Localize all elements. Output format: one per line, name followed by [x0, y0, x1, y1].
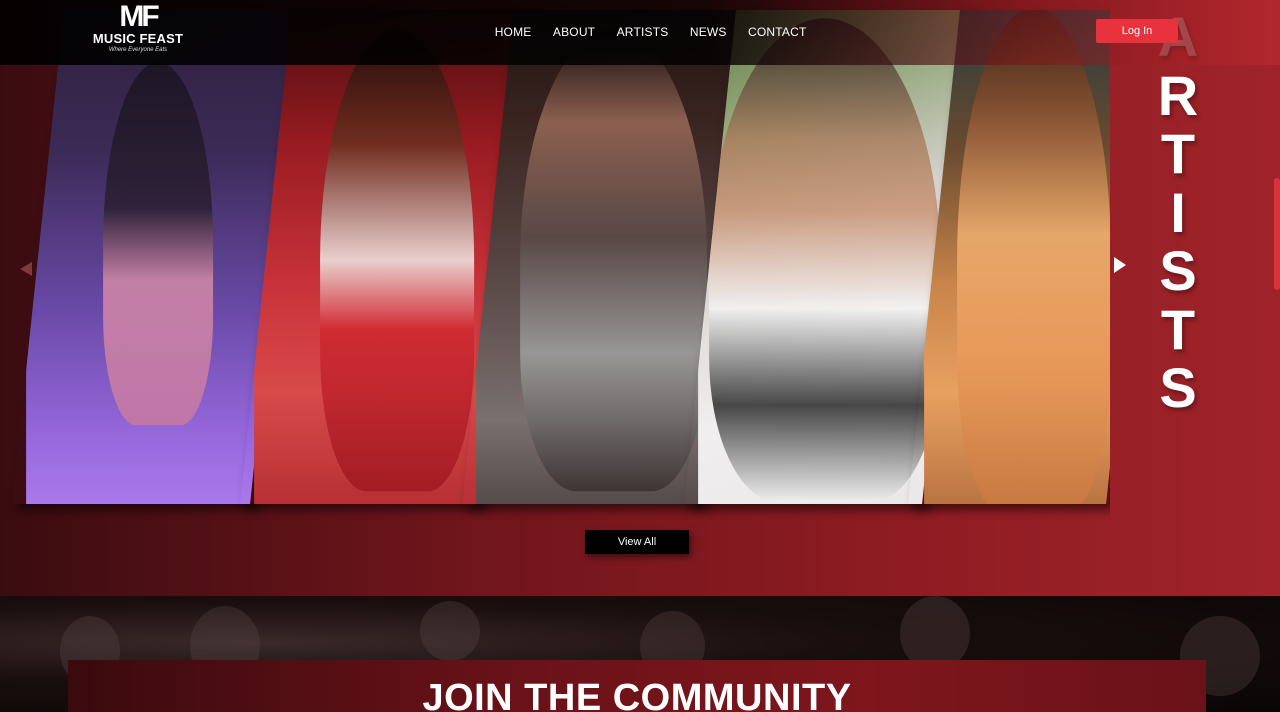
scrollbar-thumb[interactable]	[1274, 178, 1280, 290]
community-panel: JOIN THE COMMUNITY	[68, 660, 1206, 712]
chevron-right-icon[interactable]	[1114, 257, 1126, 273]
heading-letter: T	[1160, 297, 1196, 361]
artist-photo	[924, 10, 1110, 504]
artists-section: A R T I S T S View All	[0, 0, 1280, 596]
artists-vertical-heading: A R T I S T S	[1148, 7, 1208, 419]
nav-link-contact[interactable]: CONTACT	[737, 22, 817, 42]
brand-logo[interactable]: MF MUSIC FEAST Where Everyone Eats	[92, 2, 184, 60]
logo-mark: MF	[119, 0, 159, 33]
community-title: JOIN THE COMMUNITY	[422, 677, 852, 712]
navbar: MF MUSIC FEAST Where Everyone Eats HOME …	[0, 0, 1280, 65]
heading-letter: T	[1160, 122, 1196, 185]
chevron-left-icon[interactable]	[20, 262, 32, 276]
heading-letter: S	[1159, 239, 1197, 302]
artist-figure	[520, 29, 708, 492]
artist-figure	[957, 10, 1110, 504]
logo-tagline: Where Everyone Eats	[108, 47, 168, 53]
view-all-button[interactable]: View All	[585, 530, 689, 554]
artist-figure	[103, 62, 214, 426]
artist-figure	[320, 29, 475, 492]
login-button[interactable]: Log In	[1096, 19, 1178, 43]
nav-link-artists[interactable]: ARTISTS	[606, 22, 679, 42]
main-nav: HOME ABOUT ARTISTS NEWS CONTACT	[484, 22, 817, 42]
heading-letter: I	[1170, 180, 1186, 244]
page-scrollbar[interactable]	[1272, 0, 1280, 712]
artist-figure	[709, 18, 941, 503]
nav-link-home[interactable]: HOME	[484, 22, 542, 42]
artists-carousel	[0, 0, 1110, 520]
nav-link-news[interactable]: NEWS	[679, 22, 737, 42]
heading-letter: S	[1159, 356, 1197, 419]
crowd-silhouette	[420, 601, 480, 661]
heading-letter: R	[1157, 63, 1199, 127]
nav-link-about[interactable]: ABOUT	[542, 22, 606, 42]
logo-name: MUSIC FEAST	[92, 31, 184, 46]
